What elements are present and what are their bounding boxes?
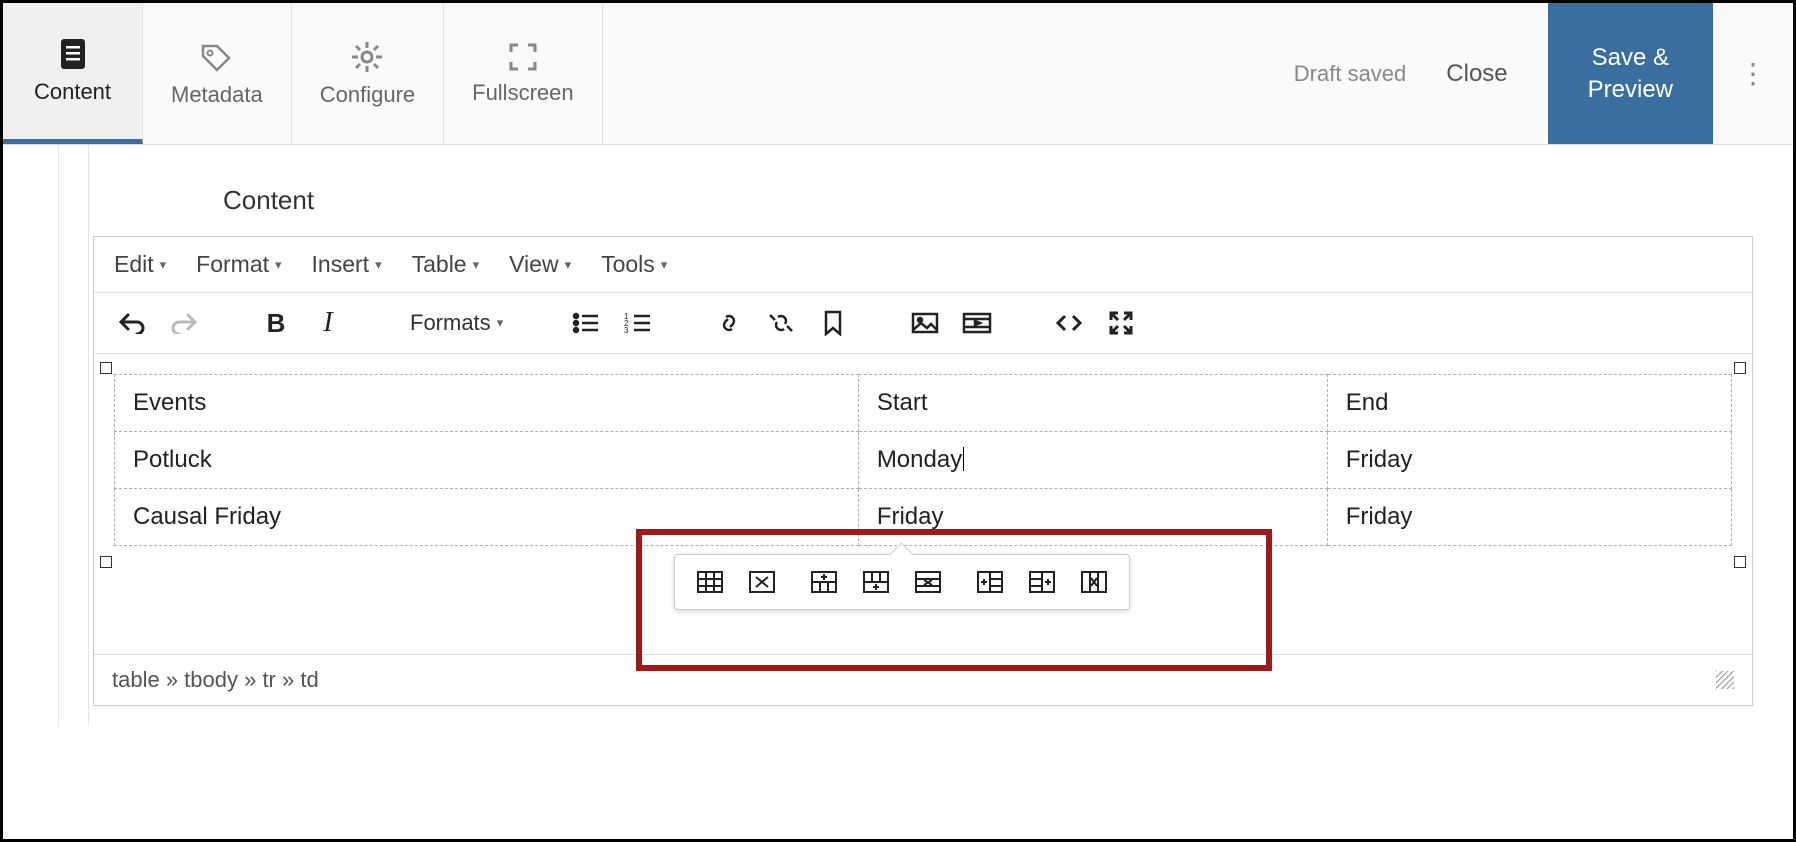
numbered-list-button[interactable]: 123 <box>617 303 657 343</box>
insert-row-before-button[interactable] <box>807 567 841 597</box>
code-button[interactable] <box>1049 303 1089 343</box>
table-handle-br[interactable] <box>1734 556 1746 568</box>
table-properties-button[interactable] <box>693 567 727 597</box>
menu-tools[interactable]: Tools▾ <box>601 251 667 278</box>
content-table[interactable]: Events Start End Potluck Monday Friday C… <box>114 374 1732 546</box>
draft-saved-status: Draft saved <box>1294 61 1407 87</box>
editor-toolbar: B I Formats▾ 123 <box>94 293 1752 354</box>
caret-down-icon: ▾ <box>565 257 572 273</box>
more-menu-button[interactable]: ⋮ <box>1713 3 1793 144</box>
undo-button[interactable] <box>112 303 152 343</box>
image-button[interactable] <box>905 303 945 343</box>
fullscreen-icon <box>508 42 538 72</box>
caret-down-icon: ▾ <box>375 257 382 273</box>
unlink-button[interactable] <box>761 303 801 343</box>
caret-down-icon: ▾ <box>275 257 282 273</box>
svg-text:3: 3 <box>624 326 629 334</box>
caret-down-icon: ▾ <box>661 257 668 273</box>
caret-down-icon: ▾ <box>473 257 480 273</box>
menu-format[interactable]: Format▾ <box>196 251 281 278</box>
table-cell[interactable]: Monday <box>858 432 1327 489</box>
kebab-icon: ⋮ <box>1739 57 1767 90</box>
table-handle-tl[interactable] <box>100 362 112 374</box>
bookmark-button[interactable] <box>813 303 853 343</box>
table-cell[interactable]: Potluck <box>115 432 859 489</box>
table-cell[interactable]: Start <box>858 375 1327 432</box>
menu-table[interactable]: Table▾ <box>412 251 480 278</box>
table-handle-bl[interactable] <box>100 556 112 568</box>
bold-button[interactable]: B <box>256 303 296 343</box>
tab-label: Metadata <box>171 82 263 108</box>
rich-text-editor: Edit▾ Format▾ Insert▾ Table▾ View▾ Tools… <box>93 236 1753 706</box>
editor-menubar: Edit▾ Format▾ Insert▾ Table▾ View▾ Tools… <box>94 237 1752 293</box>
caret-down-icon: ▾ <box>160 257 167 273</box>
menu-insert[interactable]: Insert▾ <box>312 251 382 278</box>
document-icon <box>58 37 88 71</box>
tab-content[interactable]: Content <box>3 3 143 144</box>
delete-table-button[interactable] <box>745 567 779 597</box>
table-handle-tr[interactable] <box>1734 362 1746 374</box>
tab-label: Content <box>34 79 111 105</box>
tab-fullscreen[interactable]: Fullscreen <box>444 3 602 144</box>
media-button[interactable] <box>957 303 997 343</box>
editor-statusbar: table » tbody » tr » td <box>94 654 1752 705</box>
insert-row-after-button[interactable] <box>859 567 893 597</box>
tab-metadata[interactable]: Metadata <box>143 3 292 144</box>
menu-view[interactable]: View▾ <box>509 251 571 278</box>
italic-button[interactable]: I <box>308 303 348 343</box>
caret-down-icon: ▾ <box>497 315 504 331</box>
table-cell[interactable]: Friday <box>858 489 1327 546</box>
close-button[interactable]: Close <box>1446 60 1507 88</box>
text-cursor <box>963 447 964 471</box>
bullet-list-button[interactable] <box>565 303 605 343</box>
section-title: Content <box>223 185 1753 216</box>
tab-label: Fullscreen <box>472 80 573 106</box>
insert-col-after-button[interactable] <box>1025 567 1059 597</box>
delete-row-button[interactable] <box>911 567 945 597</box>
table-row[interactable]: Events Start End <box>115 375 1732 432</box>
table-cell[interactable]: Causal Friday <box>115 489 859 546</box>
insert-col-before-button[interactable] <box>973 567 1007 597</box>
formats-dropdown[interactable]: Formats▾ <box>400 310 513 336</box>
tag-icon <box>199 40 235 74</box>
editor-canvas[interactable]: Events Start End Potluck Monday Friday C… <box>94 354 1752 654</box>
element-path[interactable]: table » tbody » tr » td <box>112 667 319 693</box>
redo-button[interactable] <box>164 303 204 343</box>
tab-label: Configure <box>320 82 415 108</box>
expand-button[interactable] <box>1101 303 1141 343</box>
table-cell[interactable]: End <box>1327 375 1731 432</box>
link-button[interactable] <box>709 303 749 343</box>
delete-col-button[interactable] <box>1077 567 1111 597</box>
table-cell[interactable]: Events <box>115 375 859 432</box>
tab-configure[interactable]: Configure <box>292 3 444 144</box>
table-cell[interactable]: Friday <box>1327 489 1731 546</box>
table-row[interactable]: Potluck Monday Friday <box>115 432 1732 489</box>
save-preview-button[interactable]: Save &Preview <box>1548 3 1713 144</box>
table-cell[interactable]: Friday <box>1327 432 1731 489</box>
table-row[interactable]: Causal Friday Friday Friday <box>115 489 1732 546</box>
gear-icon <box>350 40 384 74</box>
table-context-toolbar <box>674 554 1130 610</box>
resize-grip[interactable] <box>1716 671 1734 689</box>
ruler-vertical <box>43 145 93 726</box>
editor-header: Content Metadata Configure Fullscreen Dr… <box>3 3 1793 145</box>
menu-edit[interactable]: Edit▾ <box>114 251 166 278</box>
